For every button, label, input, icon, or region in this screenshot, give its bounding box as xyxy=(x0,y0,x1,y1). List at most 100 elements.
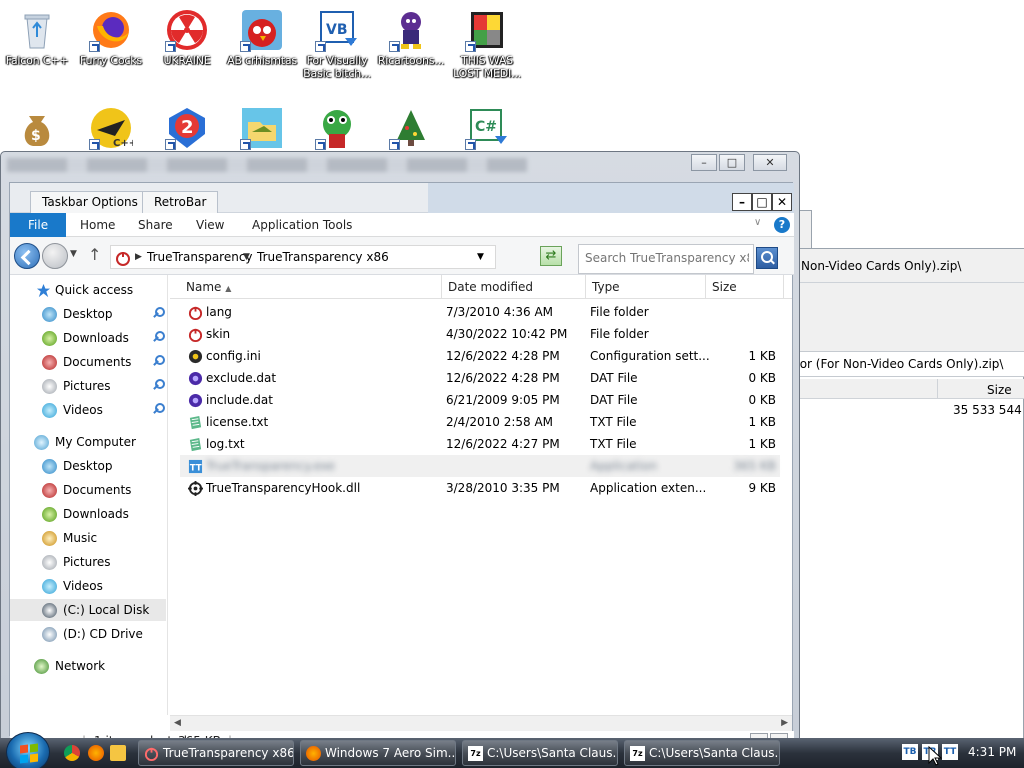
search-input[interactable] xyxy=(579,245,749,271)
desktop-icon-ab[interactable]: AB crhismtas xyxy=(225,8,299,67)
column-size[interactable]: Size xyxy=(706,275,784,299)
help-icon[interactable]: ? xyxy=(774,217,790,233)
ribbon-tab-view[interactable]: View xyxy=(182,213,238,237)
ribbon-tab-share[interactable]: Share xyxy=(124,213,187,237)
desktop-icon-monster[interactable] xyxy=(300,106,374,150)
two-badge-icon: 2 xyxy=(165,106,209,150)
nav-pc-documents[interactable]: Documents xyxy=(10,479,166,501)
desktop-icon-two[interactable]: 2 xyxy=(150,106,224,150)
nav-quick-pictures[interactable]: Pictures xyxy=(10,375,166,397)
cd-drive-icon xyxy=(42,627,57,642)
folder-icon xyxy=(188,306,203,320)
nav-pc-downloads[interactable]: Downloads xyxy=(10,503,166,525)
size-column-header[interactable]: Size xyxy=(987,383,1012,397)
horizontal-scrollbar[interactable]: ◀ ▶ xyxy=(170,715,792,731)
tab-taskbar-options[interactable]: Taskbar Options xyxy=(30,191,150,213)
desktop-icon-furry[interactable]: Furry Cocks xyxy=(74,8,148,67)
tray-retrobar-icon[interactable]: TB xyxy=(902,744,918,760)
file-row-exclude[interactable]: exclude.dat 12/6/2022 4:28 PM DAT File 0… xyxy=(180,367,780,389)
explorer-window[interactable]: Taskbar Options RetroBar – □ ✕ File Home… xyxy=(9,182,794,751)
file-row-truetransparency-exe[interactable]: TT TrueTransparency.exe Application 365 … xyxy=(180,455,780,477)
firefox-icon[interactable] xyxy=(88,745,104,761)
nav-my-computer[interactable]: My Computer xyxy=(10,431,166,453)
breadcrumb-truetransparency-x86[interactable]: TrueTransparency x86 xyxy=(257,250,389,264)
outer-minimize-button[interactable]: – xyxy=(691,154,717,171)
svg-text:TT: TT xyxy=(190,462,202,472)
scroll-right-icon[interactable]: ▶ xyxy=(781,718,788,728)
nav-local-disk[interactable]: (C:) Local Disk xyxy=(10,599,166,621)
green-monster-icon xyxy=(315,106,359,150)
nav-quick-downloads[interactable]: Downloads xyxy=(10,327,166,349)
pin-icon xyxy=(152,355,165,367)
back-button[interactable] xyxy=(14,243,40,269)
column-name[interactable]: Name ▲ xyxy=(170,275,442,299)
taskbar-button-truetransparency[interactable]: TrueTransparency x86 xyxy=(138,740,294,766)
file-row-config[interactable]: config.ini 12/6/2022 4:28 PM Configurati… xyxy=(180,345,780,367)
outer-close-button[interactable]: ✕ xyxy=(753,154,787,171)
refresh-button[interactable]: ⇄ xyxy=(540,246,562,266)
recent-locations-dropdown[interactable]: ▼ xyxy=(70,249,77,259)
nav-pc-videos[interactable]: Videos xyxy=(10,575,166,597)
up-arrow-icon[interactable]: ↑ xyxy=(88,245,101,264)
nav-pc-pictures[interactable]: Pictures xyxy=(10,551,166,573)
ribbon-tab-application-tools[interactable]: Application Tools xyxy=(238,213,366,237)
nav-quick-desktop[interactable]: Desktop xyxy=(10,303,166,325)
svg-text:$: $ xyxy=(31,128,41,144)
nav-quick-access[interactable]: Quick access xyxy=(10,279,166,301)
nav-quick-documents[interactable]: Documents xyxy=(10,351,166,373)
desktop-icon-ukraine[interactable]: UKRAINE xyxy=(150,8,224,67)
clock[interactable]: 4:31 PM xyxy=(968,745,1016,759)
column-date-modified[interactable]: Date modified xyxy=(442,275,586,299)
desktop-icon-ricartoons[interactable]: Ricartoons... xyxy=(374,8,448,67)
taskbar-button-firefox[interactable]: Windows 7 Aero Sim... xyxy=(300,740,456,766)
file-row-hook-dll[interactable]: TrueTransparencyHook.dll 3/28/2010 3:35 … xyxy=(180,477,780,499)
file-row-include[interactable]: include.dat 6/21/2009 9:05 PM DAT File 0… xyxy=(180,389,780,411)
ribbon-tab-home[interactable]: Home xyxy=(66,213,129,237)
desktop-icon-money[interactable]: $ xyxy=(0,106,74,150)
desktop-icon-vb[interactable]: VB For Visually Basic bitch... xyxy=(300,8,374,80)
ribbon-expand-icon[interactable]: ∨ xyxy=(754,217,761,228)
nav-quick-videos[interactable]: Videos xyxy=(10,399,166,421)
text-file-icon xyxy=(189,437,202,452)
desktop-icon-lost-media[interactable]: THIS WAS LOST MEDI... xyxy=(450,8,524,80)
column-type[interactable]: Type xyxy=(586,275,706,299)
path-dropdown-icon[interactable]: ▼ xyxy=(477,252,484,262)
chrome-icon[interactable] xyxy=(64,745,80,761)
desktop-icon-csharp[interactable]: C# xyxy=(450,106,524,150)
path-box[interactable]: ▶ TrueTransparency ▼ TrueTransparency x8… xyxy=(110,245,496,269)
scroll-left-icon[interactable]: ◀ xyxy=(174,718,181,728)
file-row-log[interactable]: log.txt 12/6/2022 4:27 PM TXT File 1 KB xyxy=(180,433,780,455)
explorer-window-frame[interactable]: – □ ✕ Taskbar Options RetroBar – □ ✕ Fil… xyxy=(0,151,800,751)
desktop-icon-falcon[interactable]: Falcon C++ xyxy=(0,8,74,67)
maximize-button[interactable]: □ xyxy=(752,193,772,211)
desktop-icon-folder-game[interactable] xyxy=(225,106,299,150)
background-window-2[interactable]: Non-Video Cards Only).zip\ tor (For Non-… xyxy=(792,248,1024,742)
taskbar-button-7zip-1[interactable]: 7z C:\Users\Santa Claus... xyxy=(462,740,618,766)
tab-retrobar[interactable]: RetroBar xyxy=(142,191,219,213)
nav-pc-desktop[interactable]: Desktop xyxy=(10,455,166,477)
file-row-lang[interactable]: lang 7/3/2010 4:36 AM File folder xyxy=(180,301,780,323)
start-button[interactable] xyxy=(6,732,50,768)
close-button[interactable]: ✕ xyxy=(772,193,792,211)
outer-maximize-button[interactable]: □ xyxy=(719,154,745,171)
forward-button[interactable] xyxy=(42,243,68,269)
nav-network[interactable]: Network xyxy=(10,655,166,677)
minimize-button[interactable]: – xyxy=(732,193,752,211)
tray-taskbar-tool-icon[interactable]: TT xyxy=(942,744,958,760)
nav-cd-drive[interactable]: (D:) CD Drive xyxy=(10,623,166,645)
folder-game-icon xyxy=(240,106,284,150)
nav-pc-music[interactable]: Music xyxy=(10,527,166,549)
c-plus-plus-icon: C++ xyxy=(89,106,137,150)
taskbar-button-7zip-2[interactable]: 7z C:\Users\Santa Claus... xyxy=(624,740,780,766)
search-icon[interactable] xyxy=(756,247,778,269)
desktop-icon-cpp[interactable]: C++ xyxy=(74,106,148,150)
breadcrumb-truetransparency[interactable]: TrueTransparency xyxy=(147,250,253,264)
downloads-icon xyxy=(42,331,57,346)
ribbon-tab-file[interactable]: File xyxy=(10,213,67,237)
explorer-folder-icon[interactable] xyxy=(110,745,126,761)
desktop-icon-tree[interactable] xyxy=(374,106,448,150)
search-box[interactable] xyxy=(578,244,754,274)
file-row-skin[interactable]: skin 4/30/2022 10:42 PM File folder xyxy=(180,323,780,345)
file-row-license[interactable]: license.txt 2/4/2010 2:58 AM TXT File 1 … xyxy=(180,411,780,433)
network-icon xyxy=(34,659,49,674)
